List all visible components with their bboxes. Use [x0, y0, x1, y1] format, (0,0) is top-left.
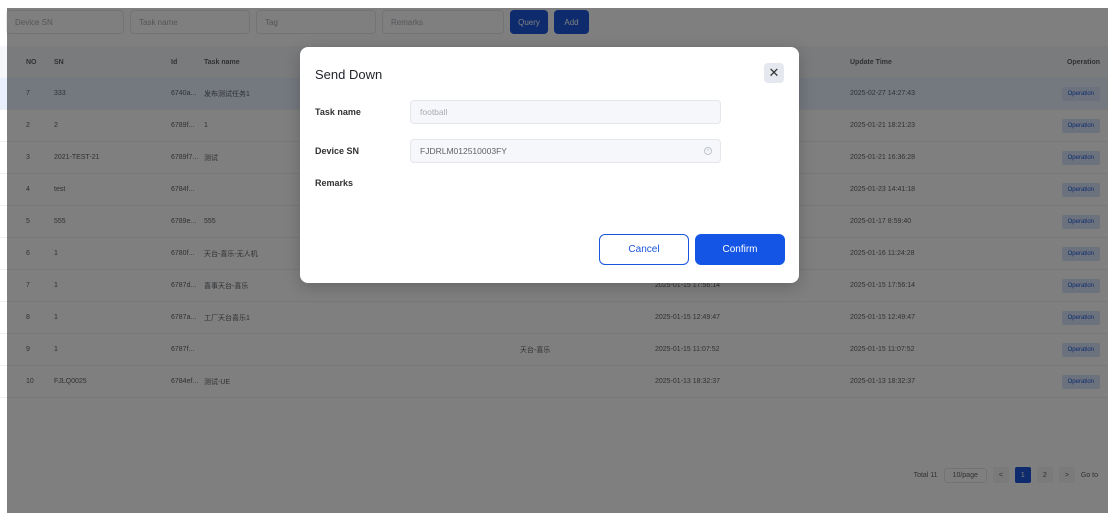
remarks-row: Remarks	[315, 178, 410, 188]
device-sn-label: Device SN	[315, 146, 360, 156]
device-sn-field[interactable]: FJDRLM012510003FY ×	[410, 139, 721, 163]
dialog-title: Send Down	[315, 67, 383, 82]
close-icon[interactable]: ✕	[764, 63, 784, 83]
cancel-button[interactable]: Cancel	[599, 234, 689, 265]
task-name-label: Task name	[315, 107, 361, 117]
clear-icon[interactable]: ×	[704, 147, 712, 155]
send-down-dialog: Send Down ✕ Task name football Device SN…	[300, 47, 799, 283]
task-name-field[interactable]: football	[410, 100, 721, 124]
task-name-row: Task name football	[315, 100, 721, 124]
device-sn-row: Device SN FJDRLM012510003FY ×	[315, 139, 721, 163]
remarks-label: Remarks	[315, 178, 354, 188]
confirm-button[interactable]: Confirm	[695, 234, 785, 265]
device-sn-value: FJDRLM012510003FY	[420, 146, 507, 156]
page: Device SN Task name Tag Remarks Query Ad…	[0, 0, 1108, 513]
